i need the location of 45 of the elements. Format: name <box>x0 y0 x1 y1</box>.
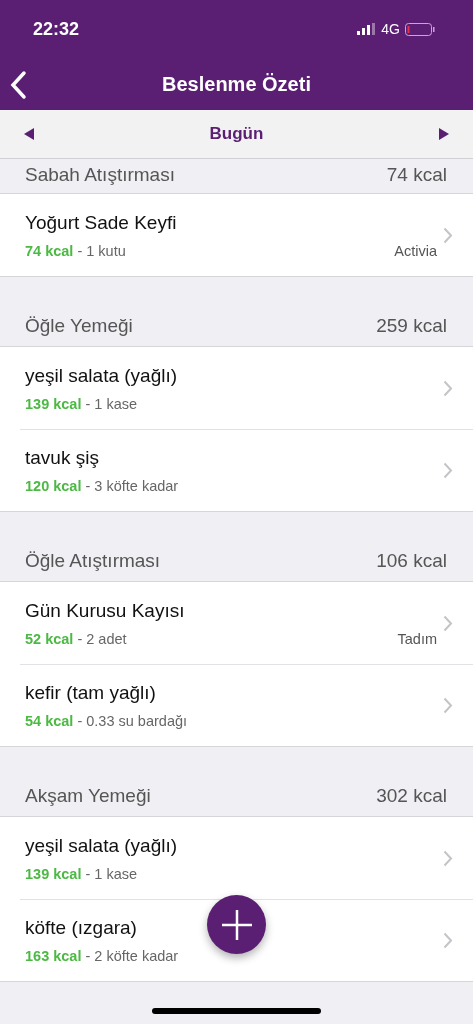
food-name: tavuk şiş <box>25 447 99 469</box>
chevron-icon <box>443 849 453 867</box>
food-calories: 139 kcal - 1 kase <box>25 865 138 882</box>
previous-day-button[interactable] <box>24 128 34 140</box>
food-calories: 54 kcal - 0.33 su bardağı <box>25 713 188 729</box>
chevron-icon <box>443 379 453 397</box>
battery-icon <box>405 22 435 36</box>
screen-title: Beslenme Özeti <box>162 72 311 96</box>
brand-label: Tadım <box>397 630 437 647</box>
chevron-icon <box>443 697 453 714</box>
food-row[interactable]: kefir (tam yağlı) 54 kcal - 0.33 su bardağı <box>20 664 473 746</box>
network-label: 4G <box>381 21 400 37</box>
food-name: kefir (tam yağlı) <box>25 682 156 704</box>
chevron-icon <box>443 226 453 244</box>
food-calories: 139 kcal - 1 kase <box>25 395 138 412</box>
date-label: Bugün <box>209 124 264 144</box>
food-row[interactable]: Gün Kurusu Kayısı 52 kcal - 2 adet Tadım <box>20 582 473 664</box>
plus-icon <box>220 908 253 941</box>
brand-label: Activia <box>394 242 437 259</box>
meal-title: Akşam Yemeği <box>25 785 151 807</box>
food-calories: 52 kcal - 2 adet <box>25 630 127 647</box>
meal-total: 74 kcal <box>386 164 447 186</box>
food-row[interactable]: yeşil salata (yağlı) 139 kcal - 1 kase <box>20 817 473 899</box>
meal-title: Öğle Yemeği <box>25 315 133 337</box>
next-day-button[interactable] <box>439 128 449 140</box>
food-name: yeşil salata (yağlı) <box>25 834 178 857</box>
food-name: Yoğurt Sade Keyfi <box>25 211 177 234</box>
food-calories: 163 kcal - 2 köfte kadar <box>25 948 179 964</box>
signal-icon <box>357 23 377 35</box>
meal-title: Öğle Atıştırması <box>25 550 161 572</box>
status-time: 22:32 <box>33 18 80 40</box>
food-row[interactable]: yeşil salata (yağlı) 139 kcal - 1 kase <box>20 347 473 429</box>
food-name: köfte (ızgara) <box>25 917 137 939</box>
food-calories: 120 kcal - 3 köfte kadar <box>25 478 179 494</box>
meal-total: 259 kcal <box>376 315 447 337</box>
chevron-icon <box>443 932 453 949</box>
food-name: yeşil salata (yağlı) <box>25 364 178 387</box>
food-calories: 74 kcal - 1 kutu <box>25 242 126 259</box>
meal-total: 106 kcal <box>376 550 447 572</box>
chevron-icon <box>443 614 453 632</box>
food-name: Gün Kurusu Kayısı <box>25 599 185 622</box>
meal-total: 302 kcal <box>376 785 447 807</box>
chevron-icon <box>443 462 453 479</box>
food-row[interactable]: tavuk şiş 120 kcal - 3 köfte kadar <box>20 429 473 511</box>
meal-title: Sabah Atıştırması <box>25 164 175 186</box>
